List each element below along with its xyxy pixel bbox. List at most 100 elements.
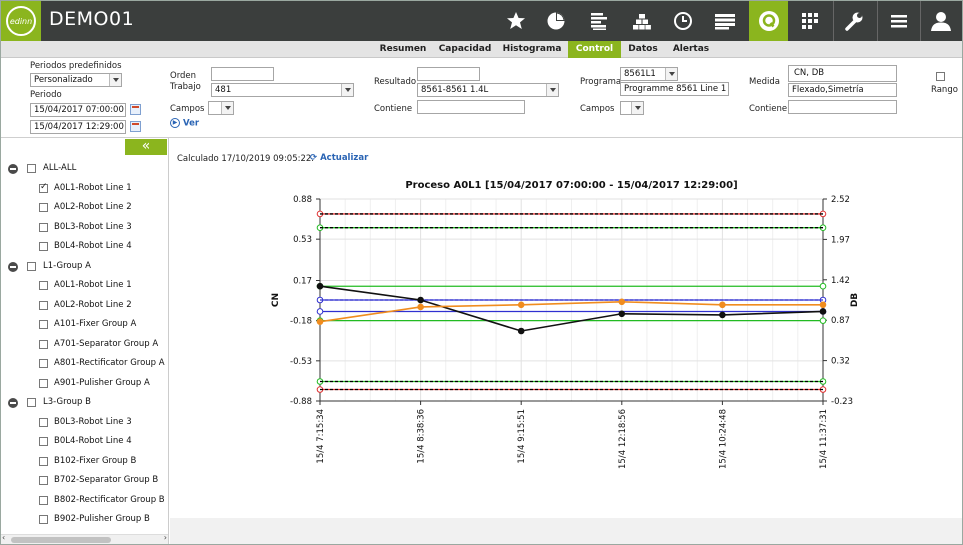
orden-input[interactable] xyxy=(211,67,274,81)
quality-q-icon[interactable] xyxy=(749,1,788,41)
footer-area xyxy=(170,518,962,544)
filter-panel: Periodos predefinidos Personalizado Peri… xyxy=(1,58,962,138)
resultado-select[interactable]: 8561-8561 1.4L xyxy=(417,83,559,97)
calendar-icon[interactable] xyxy=(130,121,141,132)
tab-datos[interactable]: Datos xyxy=(624,41,662,58)
data-point xyxy=(819,301,827,309)
tree-checkbox[interactable] xyxy=(39,515,48,524)
tree-label: B102-Fixer Group B xyxy=(54,455,137,466)
data-point xyxy=(719,311,726,319)
tree-label: B802-Rectificator Group B xyxy=(54,494,165,505)
y-tick-right: -0.23 xyxy=(831,397,853,407)
predef-select[interactable]: Personalizado xyxy=(30,73,122,87)
contiene2-label: Contiene xyxy=(749,104,788,114)
contiene2-input[interactable] xyxy=(788,100,897,114)
x-tick-label: 15/4 10:24:48 xyxy=(718,409,728,469)
stack-icon[interactable] xyxy=(707,1,743,41)
menu-icon[interactable] xyxy=(881,1,917,41)
tree-checkbox[interactable] xyxy=(39,242,48,251)
medida-input[interactable]: CN, DB xyxy=(788,65,897,82)
pie-chart-icon[interactable] xyxy=(538,1,574,41)
chevron-down-icon xyxy=(221,102,233,114)
contiene-label: Contiene xyxy=(374,104,413,114)
tab-histograma[interactable]: Histograma xyxy=(501,41,563,58)
tree-checkbox[interactable] xyxy=(39,476,48,485)
trabajo-select[interactable]: 481 xyxy=(211,83,354,97)
collapse-sidebar-button[interactable]: « xyxy=(125,139,167,155)
wrench-icon[interactable] xyxy=(836,1,872,41)
tree-checkbox[interactable] xyxy=(39,437,48,446)
contiene-input[interactable] xyxy=(417,100,525,114)
tree-checkbox[interactable] xyxy=(27,164,36,173)
campos-select[interactable] xyxy=(208,101,234,115)
programa-select[interactable]: 8561L1 xyxy=(620,67,678,81)
star-icon[interactable] xyxy=(498,1,534,41)
y-axis-label-left: CN xyxy=(271,293,281,307)
main-panel: Calculado 17/10/2019 09:05:22. ⟳ Actuali… xyxy=(170,138,962,544)
y-axis-label-right: DB xyxy=(850,293,860,307)
collapse-minus-icon[interactable] xyxy=(8,398,18,408)
grid-icon[interactable] xyxy=(792,1,828,41)
tree-checkbox[interactable] xyxy=(27,398,36,407)
tree-checkbox[interactable] xyxy=(39,222,48,232)
campos2-select[interactable] xyxy=(620,101,644,115)
tree-checkbox[interactable] xyxy=(39,417,48,427)
x-tick-label: 15/4 9:15:51 xyxy=(517,409,527,464)
trabajo-label: Trabajo xyxy=(170,82,201,92)
tree-label: L1-Group A xyxy=(43,260,91,271)
refresh-link[interactable]: ⟳ Actualizar xyxy=(310,153,368,163)
tree-checkbox[interactable] xyxy=(27,261,36,271)
chevron-down-icon xyxy=(665,68,677,80)
medida-desc-field: Flexado,Simetría xyxy=(788,83,897,97)
tree-checkbox[interactable] xyxy=(39,203,48,212)
medida-label: Medida xyxy=(749,77,780,87)
tree-label: B0L4-Robot Line 4 xyxy=(54,241,132,251)
pyramid-icon[interactable] xyxy=(624,1,660,41)
chevron-down-icon xyxy=(631,102,643,114)
tab-resumen[interactable]: Resumen xyxy=(376,41,430,58)
tab-control[interactable]: Control xyxy=(568,41,621,58)
resultado-input[interactable] xyxy=(417,67,480,81)
tree-label: A701-Separator Group A xyxy=(54,338,159,349)
date-to-input[interactable]: 15/04/2017 12:29:00 xyxy=(30,120,126,134)
play-circle-icon: ▶ xyxy=(170,118,180,128)
calendar-icon[interactable] xyxy=(130,104,141,115)
tree-checkbox[interactable] xyxy=(39,182,48,193)
tree-label: B0L3-Robot Line 3 xyxy=(54,416,132,427)
collapse-minus-icon[interactable] xyxy=(8,261,18,272)
tab-capacidad[interactable]: Capacidad xyxy=(435,41,495,58)
tree-checkbox[interactable] xyxy=(39,359,48,368)
tree-label: A0L2-Robot Line 2 xyxy=(54,202,132,212)
tree-checkbox[interactable] xyxy=(39,339,48,349)
y-tick-left: -0.53 xyxy=(290,357,312,367)
ver-link[interactable]: ▶ Ver xyxy=(170,118,199,129)
tree-checkbox[interactable] xyxy=(39,320,48,329)
edinn-logo[interactable]: edinn xyxy=(1,1,41,41)
reference-line-end-marker xyxy=(316,308,324,315)
predef-value: Personalizado xyxy=(34,75,93,85)
tree-checkbox[interactable] xyxy=(39,495,48,505)
date-from-input[interactable]: 15/04/2017 07:00:00 xyxy=(30,103,126,117)
user-icon[interactable] xyxy=(923,1,959,41)
clock-icon[interactable] xyxy=(665,1,701,41)
y-tick-left: -0.88 xyxy=(290,397,312,407)
x-tick-label: 15/4 8:38:36 xyxy=(417,409,427,464)
horizontal-scrollbar[interactable]: ‹ › xyxy=(1,533,168,544)
collapse-minus-icon[interactable] xyxy=(8,164,18,174)
tree-checkbox[interactable] xyxy=(39,378,48,388)
data-point xyxy=(417,296,424,304)
list-bars-icon[interactable] xyxy=(581,1,617,41)
tree-checkbox[interactable] xyxy=(39,456,48,466)
y-tick-right: 0.32 xyxy=(831,357,850,367)
tree-checkbox[interactable] xyxy=(39,300,48,310)
chevron-down-icon xyxy=(546,84,558,96)
data-point xyxy=(618,298,626,306)
tree-checkbox[interactable] xyxy=(39,281,48,290)
tab-alertas[interactable]: Alertas xyxy=(669,41,713,58)
y-tick-left: -0.18 xyxy=(290,317,312,327)
x-tick-label: 15/4 7:15:34 xyxy=(316,409,326,464)
campos2-label: Campos xyxy=(580,104,615,114)
logo-text: edinn xyxy=(6,6,36,36)
tree-label: ALL-ALL xyxy=(43,163,77,173)
rango-checkbox[interactable] xyxy=(936,72,945,81)
